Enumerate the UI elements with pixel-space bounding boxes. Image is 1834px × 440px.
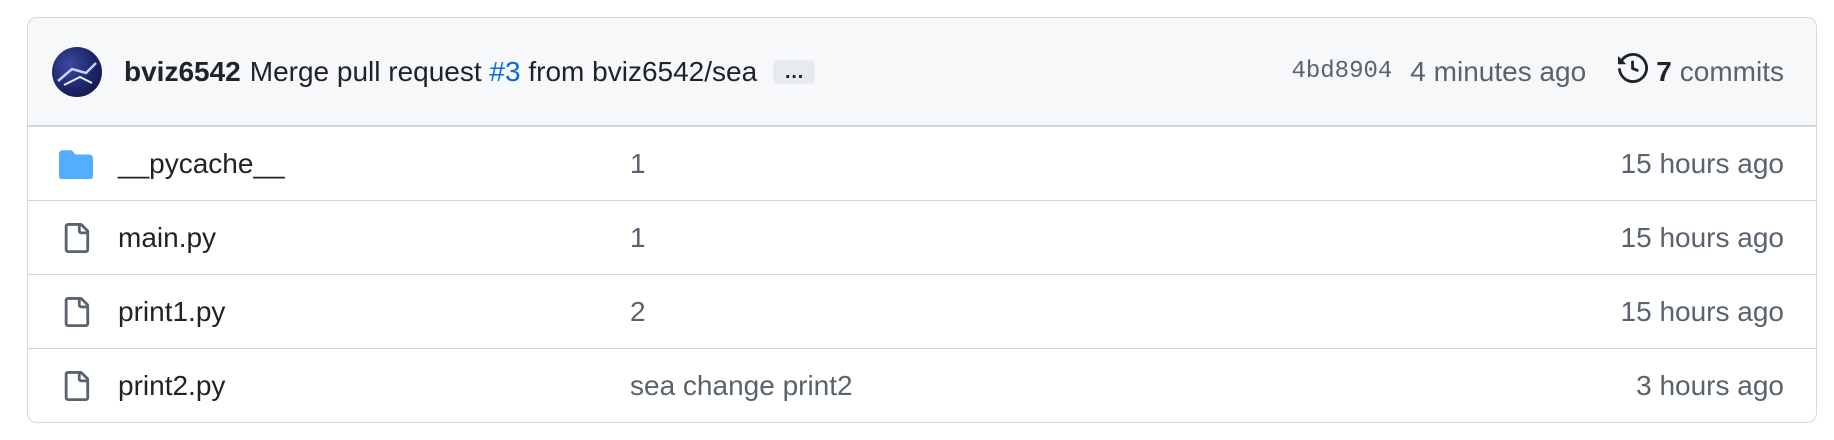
commit-time: 4 minutes ago (1410, 55, 1587, 87)
file-icon (58, 294, 94, 330)
file-name[interactable]: print2.py (118, 370, 630, 402)
expand-commit-message-button[interactable]: … (773, 59, 816, 84)
file-commit-message[interactable]: 1 (630, 148, 1621, 180)
file-commit-time: 15 hours ago (1620, 221, 1784, 253)
file-icon (58, 220, 94, 256)
file-commit-message[interactable]: 2 (630, 296, 1621, 328)
file-name[interactable]: main.py (118, 222, 630, 254)
commit-sha[interactable]: 4bd8904 (1291, 58, 1392, 85)
file-row[interactable]: main.py 1 15 hours ago (28, 200, 1816, 274)
file-commit-message[interactable]: 1 (630, 222, 1621, 254)
avatar[interactable] (52, 46, 102, 97)
file-name[interactable]: print1.py (118, 296, 630, 328)
commits-count: 7 (1656, 55, 1672, 87)
file-row[interactable]: __pycache__ 1 15 hours ago (28, 126, 1816, 200)
commit-author[interactable]: bviz6542 (124, 56, 241, 88)
folder-icon (58, 146, 94, 182)
file-icon (58, 368, 94, 404)
file-name[interactable]: __pycache__ (118, 148, 630, 180)
file-row[interactable]: print2.py sea change print2 3 hours ago (28, 348, 1816, 422)
file-commit-time: 3 hours ago (1636, 369, 1784, 401)
commit-message[interactable]: Merge pull request #3 from bviz6542/sea (250, 56, 757, 88)
file-commit-time: 15 hours ago (1620, 295, 1784, 327)
commit-message-suffix[interactable]: from bviz6542/sea (528, 56, 757, 87)
commits-link[interactable]: 7 commits (1618, 52, 1784, 90)
file-commit-time: 15 hours ago (1620, 147, 1784, 179)
commits-label: commits (1679, 55, 1784, 87)
file-browser: bviz6542 Merge pull request #3 from bviz… (27, 17, 1817, 423)
history-icon (1618, 52, 1649, 90)
latest-commit-bar: bviz6542 Merge pull request #3 from bviz… (28, 18, 1816, 126)
file-row[interactable]: print1.py 2 15 hours ago (28, 274, 1816, 348)
file-commit-message[interactable]: sea change print2 (630, 370, 1636, 402)
commit-message-prefix[interactable]: Merge pull request (250, 56, 482, 87)
pull-request-link[interactable]: #3 (489, 56, 520, 87)
